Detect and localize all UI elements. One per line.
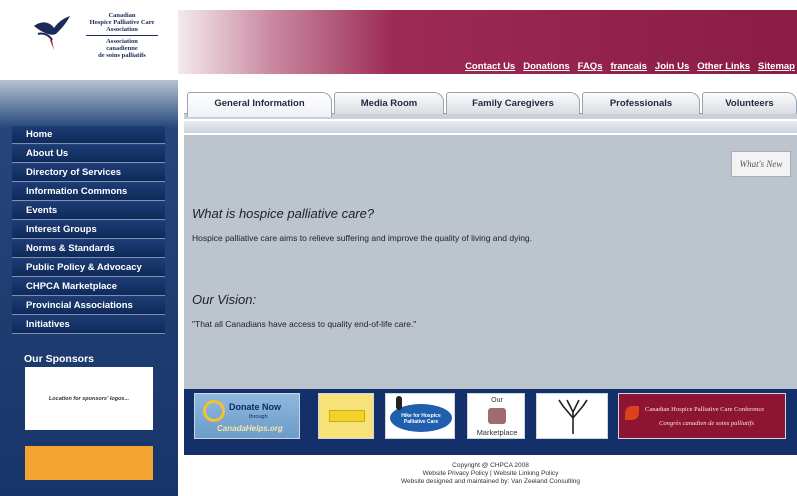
heading-hospice-palliative-care: What is hospice palliative care?	[192, 206, 375, 221]
ribbon-icon	[329, 410, 365, 422]
tab-bar: General Information Media Room Family Ca…	[184, 90, 797, 120]
sidebar-item-interest-groups[interactable]: Interest Groups	[12, 221, 165, 239]
nav-join-us[interactable]: Join Us	[655, 61, 689, 72]
conference-fr: Congrès canadien de soins palliatifs	[659, 420, 754, 427]
conference-logo[interactable]: Canadian Hospice Palliative Care Confere…	[618, 393, 786, 439]
tab-family-caregivers[interactable]: Family Caregivers	[446, 92, 580, 114]
sponsor-logos-box: Location for sponsors' logos...	[25, 367, 153, 430]
chpca-logo[interactable]: Canadian Hospice Palliative Care Associa…	[0, 0, 178, 80]
donate-title: Donate Now	[229, 402, 282, 412]
sidebar-item-directory-of-services[interactable]: Directory of Services	[12, 164, 165, 182]
nav-faqs[interactable]: FAQs	[578, 61, 603, 72]
donate-now-logo[interactable]: Donate Now through CanadaHelps.org	[194, 393, 300, 439]
dove-icon	[34, 16, 70, 50]
copyright: Copyright @ CHPCA 2008	[452, 462, 529, 469]
marketplace-our: Our	[491, 397, 503, 404]
sidebar-item-marketplace[interactable]: CHPCA Marketplace	[12, 278, 165, 296]
hike-for-hospice-logo[interactable]: Hike for Hospice Palliative Care	[385, 393, 455, 439]
logo-line: Canadian	[108, 12, 136, 19]
logo-line: Association	[106, 38, 138, 45]
basket-icon	[488, 408, 506, 424]
sidebar-item-provincial-associations[interactable]: Provincial Associations	[12, 297, 165, 315]
sidebar-item-public-policy[interactable]: Public Policy & Advocacy	[12, 259, 165, 277]
sponsor-banner[interactable]	[25, 446, 153, 480]
tab-volunteers[interactable]: Volunteers	[702, 92, 797, 114]
donate-through: through	[249, 414, 268, 420]
nav-sitemap[interactable]: Sitemap	[758, 61, 795, 72]
logo-line: canadienne	[106, 45, 138, 52]
donate-ring-icon	[203, 400, 225, 422]
top-nav: Contact Us Donations FAQs francais Join …	[465, 61, 795, 72]
logo-line: Association	[106, 26, 138, 33]
left-column: Canadian Hospice Palliative Care Associa…	[0, 0, 178, 496]
sidebar-item-home[interactable]: Home	[12, 126, 165, 144]
sidebar-item-about-us[interactable]: About Us	[12, 145, 165, 163]
marketplace-text: Marketplace	[476, 428, 518, 437]
page: Canadian Hospice Palliative Care Associa…	[0, 0, 797, 496]
tree-icon	[558, 399, 588, 434]
logo-line: Hospice Palliative Care	[89, 19, 155, 26]
butterfly-icon	[625, 406, 639, 420]
sidebar-menu: Home About Us Directory of Services Info…	[12, 126, 165, 335]
heading-our-vision: Our Vision:	[192, 292, 257, 307]
intro-text: Hospice palliative care aims to relieve …	[192, 233, 533, 243]
main-content: What's New What is hospice palliative ca…	[184, 135, 797, 389]
caring-tree-logo[interactable]	[536, 393, 608, 439]
tab-general-information[interactable]: General Information	[187, 92, 332, 117]
vision-text: "That all Canadians have access to quali…	[192, 319, 417, 329]
sidebar-item-initiatives[interactable]: Initiatives	[12, 316, 165, 334]
nav-francais[interactable]: francais	[610, 61, 646, 72]
header-banner: Contact Us Donations FAQs francais Join …	[178, 10, 797, 74]
conference-en: Canadian Hospice Palliative Care Confere…	[645, 406, 765, 413]
footer: Copyright @ CHPCA 2008 Website Privacy P…	[184, 458, 797, 496]
nav-contact-us[interactable]: Contact Us	[465, 61, 515, 72]
tab-media-room[interactable]: Media Room	[334, 92, 444, 114]
policy-links[interactable]: Website Privacy Policy | Website Linking…	[184, 470, 797, 478]
whats-new-button[interactable]: What's New	[731, 151, 791, 177]
sponsor-placeholder-text: Location for sponsors' logos...	[48, 395, 130, 402]
sidebar-item-events[interactable]: Events	[12, 202, 165, 220]
sidebar-item-information-commons[interactable]: Information Commons	[12, 183, 165, 201]
logo-divider	[86, 35, 158, 36]
sponsors-heading: Our Sponsors	[24, 353, 95, 365]
partner-logos-strip: Donate Now through CanadaHelps.org Hike …	[184, 389, 797, 455]
hiker-icon	[396, 396, 402, 410]
donate-site: CanadaHelps.org	[217, 424, 283, 433]
sidebar-item-norms-standards[interactable]: Norms & Standards	[12, 240, 165, 258]
our-marketplace-logo[interactable]: Our Marketplace	[467, 393, 525, 439]
nav-donations[interactable]: Donations	[523, 61, 569, 72]
nav-other-links[interactable]: Other Links	[697, 61, 750, 72]
designer-credit: Website designed and maintained by: Van …	[401, 478, 580, 485]
logo-line: de soins palliatifs	[98, 52, 146, 59]
logo-text: Canadian Hospice Palliative Care Associa…	[72, 12, 172, 59]
hope-logo[interactable]	[318, 393, 374, 439]
tab-professionals[interactable]: Professionals	[582, 92, 700, 114]
tab-subbar	[184, 121, 797, 133]
